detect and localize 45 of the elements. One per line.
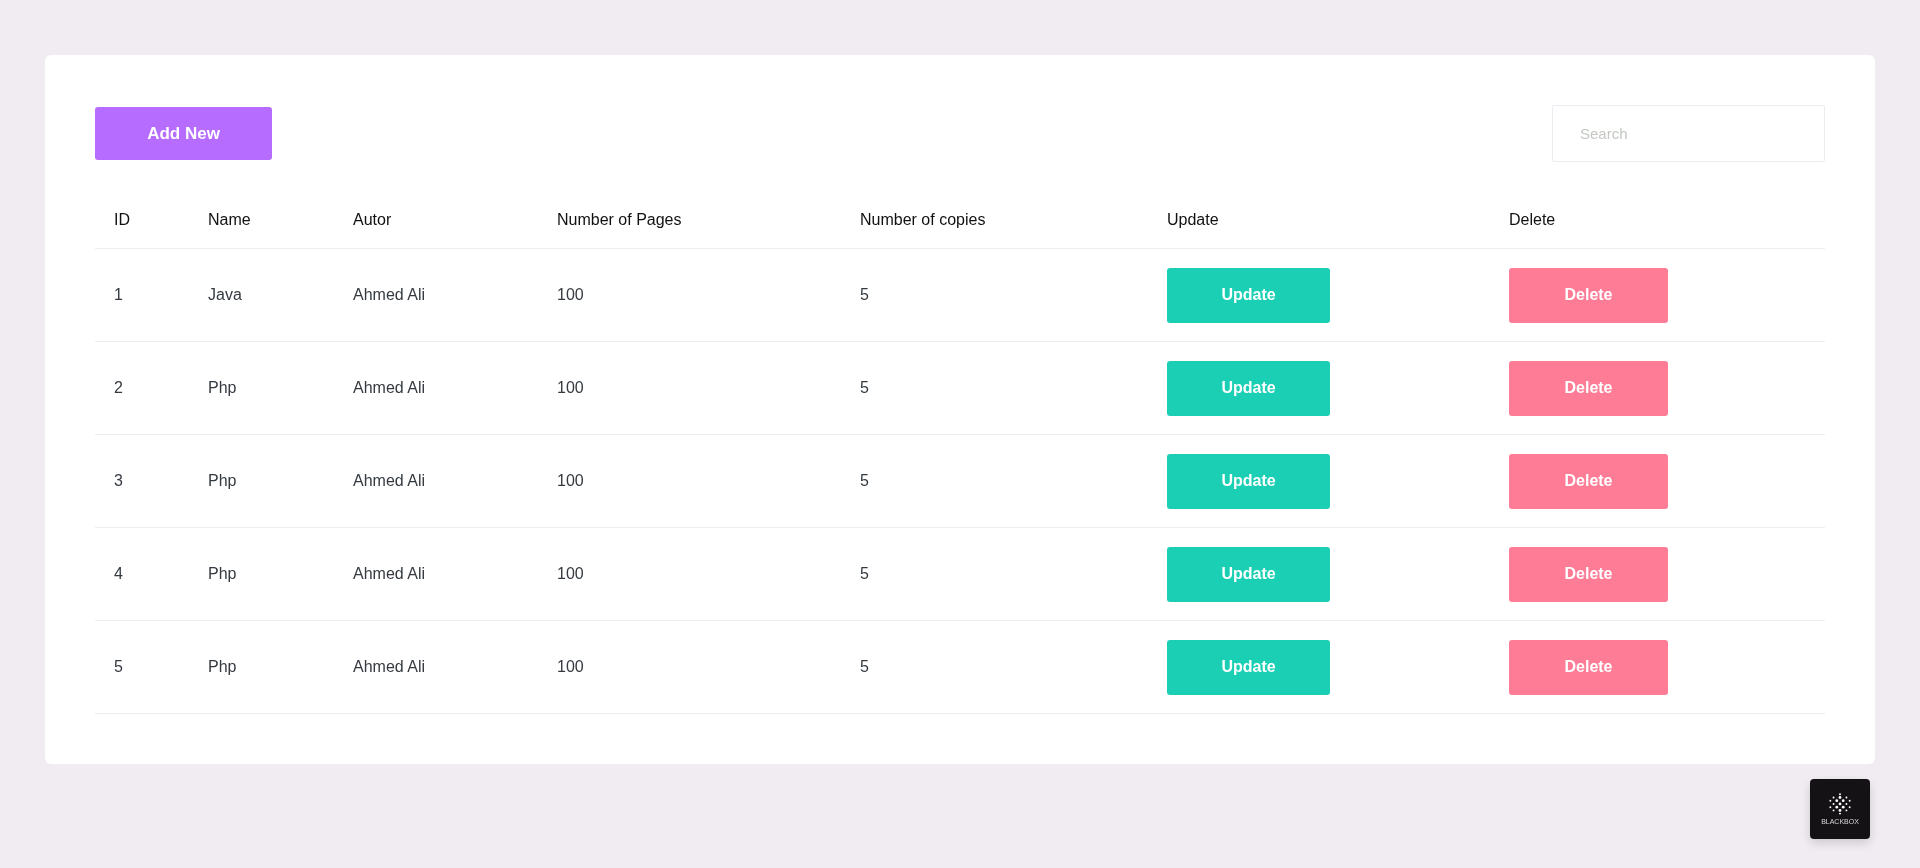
table-cell: 1: [114, 286, 123, 303]
delete-button[interactable]: Delete: [1509, 453, 1668, 509]
table-cell: 100: [557, 379, 584, 396]
column-header: Name: [208, 211, 251, 228]
table-cell: Ahmed Ali: [353, 658, 426, 675]
table-cell: 5: [860, 286, 869, 303]
table-cell: 100: [557, 658, 584, 675]
delete-button[interactable]: Delete: [1509, 360, 1668, 416]
delete-button[interactable]: Delete: [1509, 267, 1668, 323]
table-cell: Php: [208, 658, 237, 675]
table-cell: 5: [860, 658, 869, 675]
add-new-button[interactable]: Add New: [95, 107, 272, 160]
table-cell: Php: [208, 565, 237, 582]
table-cell: 5: [860, 472, 869, 489]
table-cell: 2: [114, 379, 123, 396]
column-header: Delete: [1509, 211, 1556, 228]
table-cell: 3: [114, 472, 123, 489]
column-header: Number of Pages: [557, 211, 682, 228]
column-header: Number of copies: [860, 211, 986, 228]
column-header: Update: [1167, 211, 1219, 228]
column-header: Autor: [353, 211, 392, 228]
update-button[interactable]: Update: [1167, 360, 1330, 416]
column-header: ID: [114, 211, 130, 228]
update-button[interactable]: Update: [1167, 639, 1330, 695]
table-cell: 100: [557, 472, 584, 489]
dot-cluster-icon: [1829, 793, 1851, 815]
delete-button[interactable]: Delete: [1509, 639, 1668, 695]
table-cell: Java: [208, 286, 242, 303]
update-button[interactable]: Update: [1167, 453, 1330, 509]
table-cell: Ahmed Ali: [353, 565, 426, 582]
update-button[interactable]: Update: [1167, 546, 1330, 602]
table-cell: Php: [208, 472, 237, 489]
table-cell: Ahmed Ali: [353, 286, 426, 303]
table-cell: 100: [557, 286, 584, 303]
table-cell: Ahmed Ali: [353, 472, 426, 489]
table-cell: 5: [114, 658, 123, 675]
delete-button[interactable]: Delete: [1509, 546, 1668, 602]
table-cell: Ahmed Ali: [353, 379, 426, 396]
table-cell: 4: [114, 565, 123, 582]
table-cell: 5: [860, 565, 869, 582]
table-cell: 100: [557, 565, 584, 582]
table-cell: Php: [208, 379, 237, 396]
search-field[interactable]: Search: [1552, 105, 1825, 162]
update-button[interactable]: Update: [1167, 267, 1330, 323]
table-cell: 5: [860, 379, 869, 396]
